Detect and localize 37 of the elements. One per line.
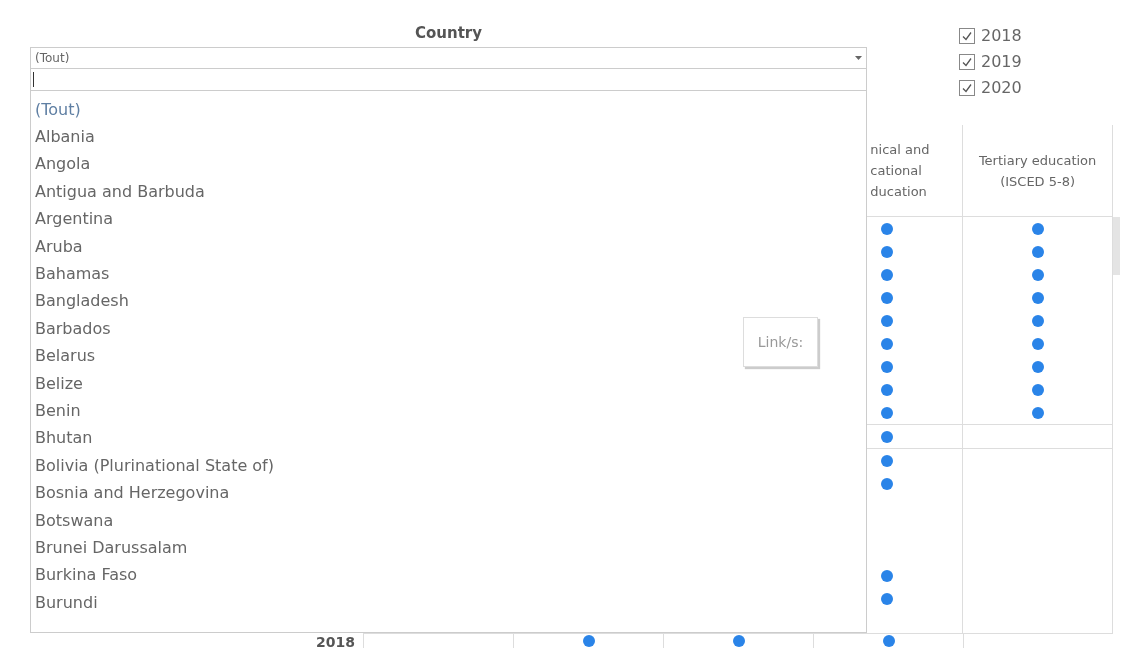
checkmark-icon [961, 82, 973, 94]
row-label: 2018 [316, 634, 355, 648]
checkbox[interactable] [959, 28, 975, 44]
dropdown-option[interactable]: Barbados [35, 315, 111, 343]
dropdown-option[interactable]: Belize [35, 369, 83, 398]
dropdown-option[interactable]: Antigua and Barbuda [35, 178, 205, 206]
scrollbar[interactable] [1113, 217, 1120, 275]
dropdown-option[interactable]: Burkina Faso [35, 561, 138, 590]
country-dropdown[interactable]: (Tout) [30, 47, 867, 69]
caret-icon [855, 56, 862, 60]
checkbox[interactable] [959, 54, 975, 70]
dropdown-option[interactable]: Bahamas [35, 260, 110, 288]
dropdown-option[interactable]: Benin [35, 397, 81, 425]
column-header: Tertiary education (ISCED 5-8) [977, 151, 1098, 191]
dropdown-option[interactable]: Angola [35, 150, 91, 179]
dropdown-option[interactable]: Brunei Darussalam [35, 534, 188, 562]
text-cursor [33, 72, 34, 87]
year-label: 2020 [981, 78, 1022, 98]
checkmark-icon [961, 56, 973, 68]
dropdown-option[interactable]: (Tout) [35, 96, 81, 124]
checkmark-icon [961, 30, 973, 42]
dropdown-option[interactable]: Albania [35, 123, 95, 151]
dropdown-option[interactable]: Bangladesh [35, 287, 129, 316]
dropdown-option[interactable]: Botswana [35, 506, 114, 535]
dropdown-option[interactable]: Bhutan [35, 424, 93, 453]
dropdown-option[interactable]: Aruba [35, 232, 83, 261]
dropdown-option[interactable]: Bosnia and Herzegovina [35, 479, 230, 507]
dropdown-option[interactable]: Belarus [35, 342, 96, 370]
dropdown-option[interactable]: Argentina [35, 205, 114, 233]
search-field[interactable] [30, 69, 867, 91]
column-header: nical and cational ducation [870, 141, 931, 201]
year-label: 2019 [981, 52, 1022, 72]
checkbox[interactable] [959, 80, 975, 96]
dropdown-option[interactable]: Bolivia (Plurinational State of) [35, 452, 274, 480]
year-label: 2018 [981, 26, 1022, 46]
dropdown-option[interactable]: Burundi [35, 589, 98, 617]
filter-title: Country [415, 23, 482, 44]
